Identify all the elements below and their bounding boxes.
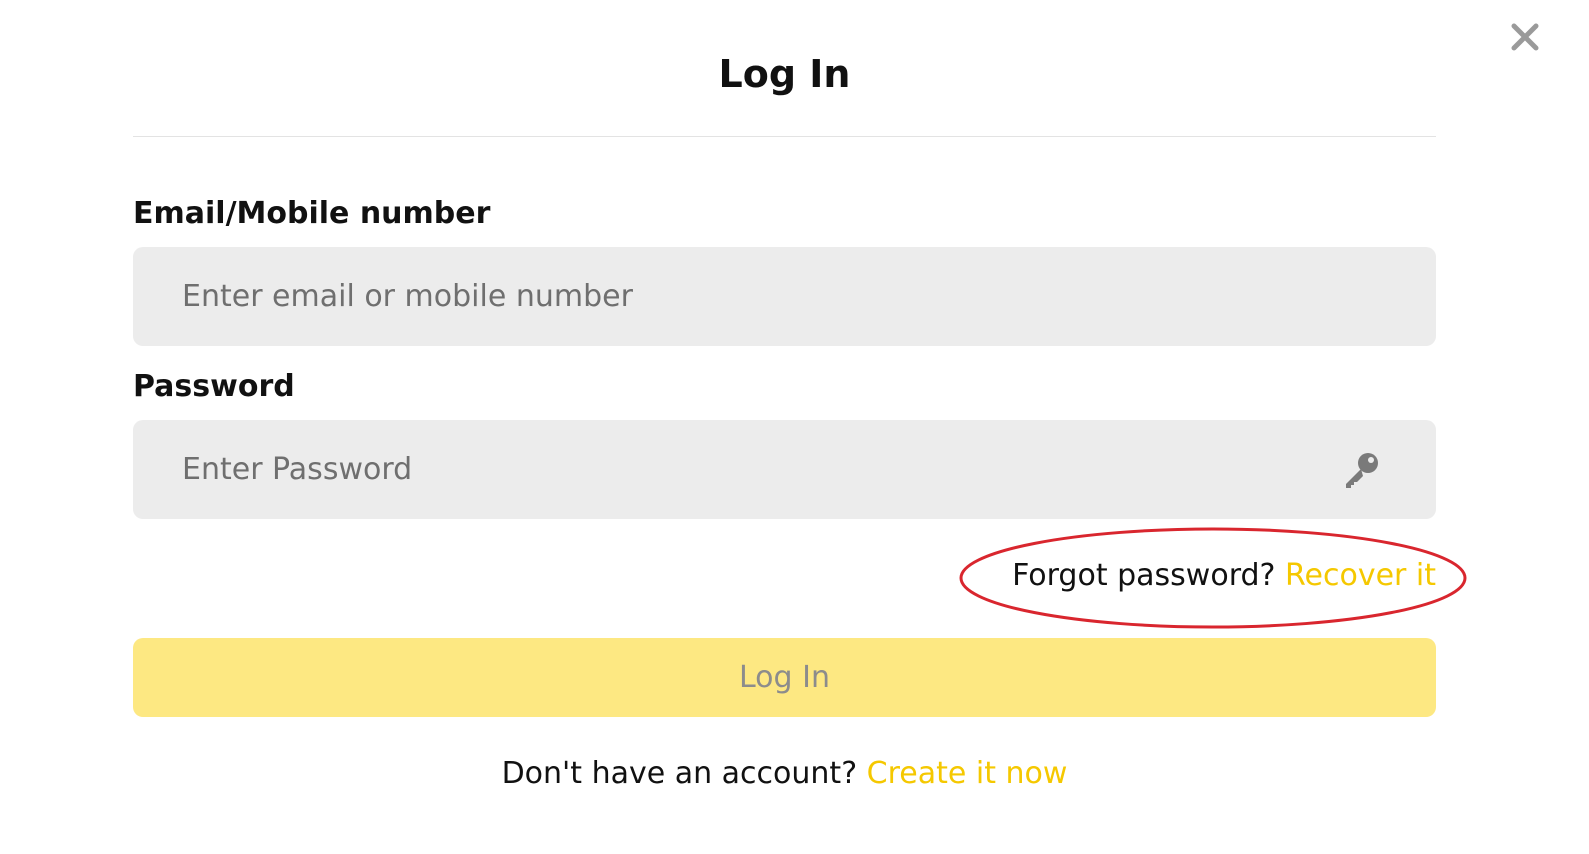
title-divider xyxy=(133,136,1436,137)
forgot-password-prompt: Forgot password? xyxy=(1012,558,1286,593)
key-icon[interactable] xyxy=(1341,450,1381,490)
create-account-link[interactable]: Create it now xyxy=(867,756,1068,791)
signup-row: Don't have an account? Create it now xyxy=(0,756,1569,791)
login-dialog: Log In Email/Mobile number Password Forg… xyxy=(0,0,1589,854)
signup-prompt: Don't have an account? xyxy=(501,756,867,791)
login-button[interactable]: Log In xyxy=(133,638,1436,717)
email-field-container xyxy=(133,247,1436,346)
password-field-container xyxy=(133,420,1436,519)
close-button[interactable] xyxy=(1510,22,1540,52)
email-label: Email/Mobile number xyxy=(133,196,491,231)
email-input[interactable] xyxy=(182,247,1322,346)
forgot-password-row: Forgot password? Recover it xyxy=(1012,558,1436,593)
recover-password-link[interactable]: Recover it xyxy=(1285,558,1436,593)
password-input[interactable] xyxy=(182,420,1322,519)
close-icon xyxy=(1511,23,1539,51)
password-label: Password xyxy=(133,369,295,404)
dialog-title: Log In xyxy=(718,52,851,96)
